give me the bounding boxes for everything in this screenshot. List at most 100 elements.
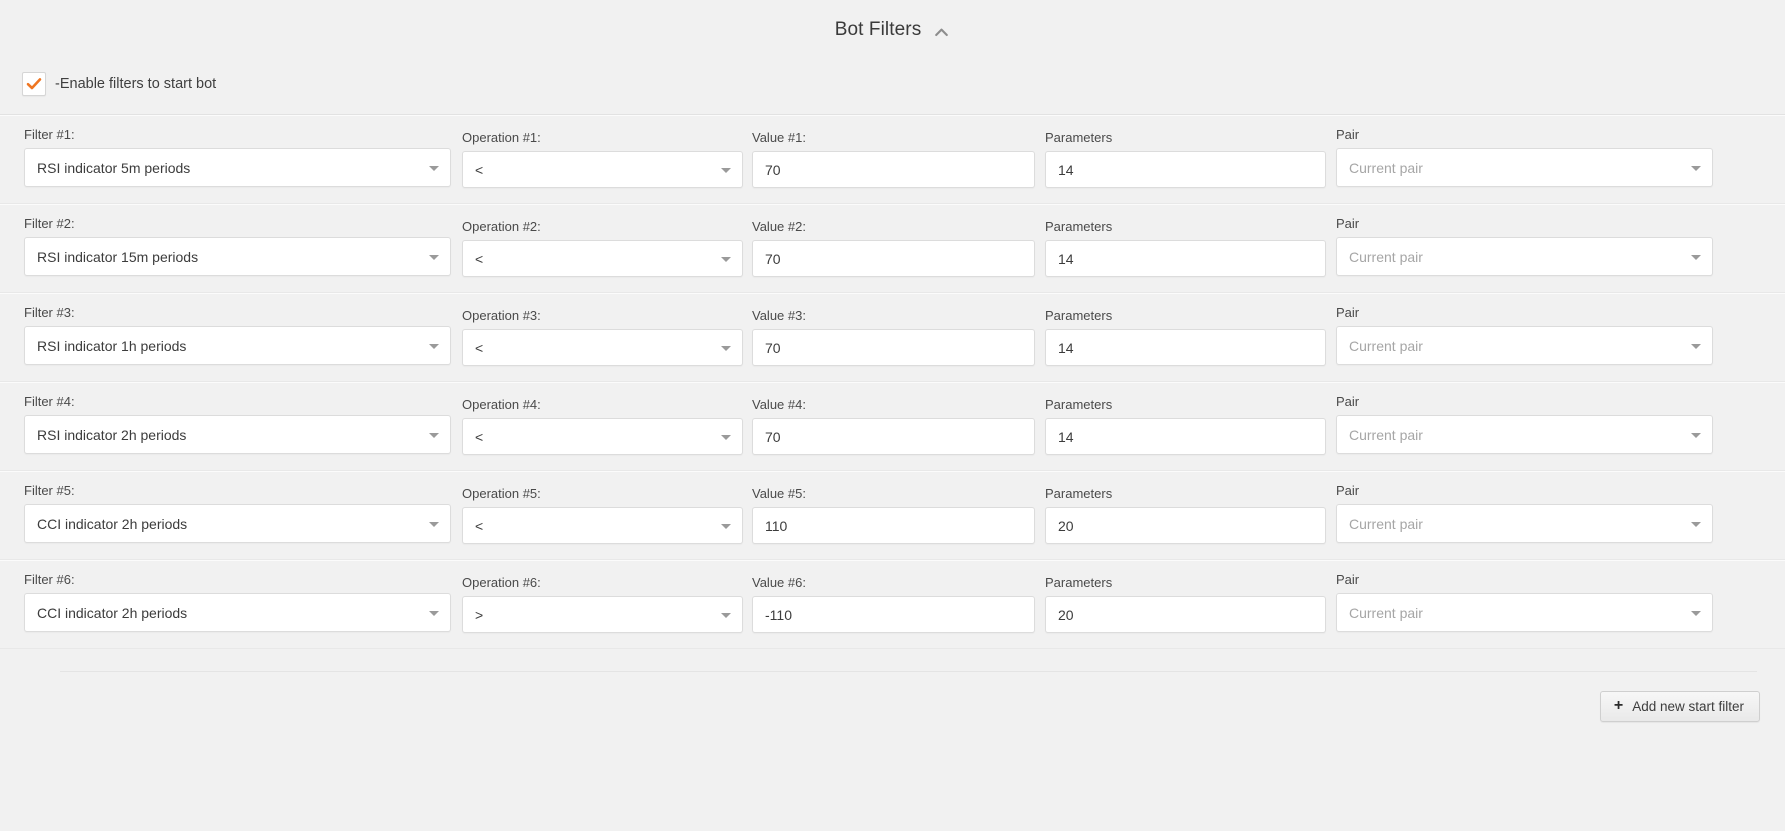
add-new-start-filter-button[interactable]: + Add new start filter	[1599, 691, 1760, 722]
value-input-value: 110	[765, 517, 788, 534]
enable-filters-label: -Enable filters to start bot	[55, 76, 217, 92]
parameters-input[interactable]: 14	[1045, 329, 1326, 366]
value-input-value: 70	[765, 250, 781, 267]
filter-cell: Filter #4: RSI indicator 2h periods	[24, 382, 451, 454]
pair-label: Pair	[1336, 216, 1360, 231]
value-input[interactable]: 70	[752, 329, 1035, 366]
page-title: Bot Filters	[834, 19, 922, 40]
parameters-cell: Parameters 20	[1045, 560, 1326, 633]
pair-label: Pair	[1336, 572, 1360, 587]
pair-label: Pair	[1336, 127, 1360, 142]
pair-select-value: Current pair	[1349, 159, 1423, 176]
pair-cell: Pair Current pair	[1336, 382, 1713, 454]
value-input[interactable]: 70	[752, 240, 1035, 277]
value-label: Value #6:	[752, 575, 806, 590]
pair-select[interactable]: Current pair	[1336, 415, 1713, 454]
pair-select-value: Current pair	[1349, 426, 1423, 443]
operation-select[interactable]: <	[462, 418, 743, 455]
pair-cell: Pair Current pair	[1336, 293, 1713, 365]
parameters-input[interactable]: 14	[1045, 240, 1326, 277]
chevron-down-icon	[429, 343, 439, 349]
filter-select[interactable]: RSI indicator 15m periods	[24, 237, 451, 276]
parameters-input[interactable]: 14	[1045, 151, 1326, 188]
pair-select[interactable]: Current pair	[1336, 593, 1713, 632]
chevron-up-icon[interactable]	[933, 24, 950, 41]
table-row: Filter #3: RSI indicator 1h periods Oper…	[0, 293, 1785, 382]
operation-select-value: <	[475, 250, 484, 267]
pair-cell: Pair Current pair	[1336, 560, 1713, 632]
value-cell: Value #1: 70	[752, 115, 1035, 188]
pair-cell: Pair Current pair	[1336, 471, 1713, 543]
value-input[interactable]: 110	[752, 507, 1035, 544]
chevron-down-icon	[429, 610, 439, 616]
filter-select-value: RSI indicator 5m periods	[37, 159, 191, 176]
pair-select[interactable]: Current pair	[1336, 326, 1713, 365]
filter-select[interactable]: CCI indicator 2h periods	[24, 504, 451, 543]
pair-select[interactable]: Current pair	[1336, 237, 1713, 276]
chevron-down-icon	[721, 434, 731, 440]
filter-select[interactable]: RSI indicator 2h periods	[24, 415, 451, 454]
value-label: Value #2:	[752, 219, 806, 234]
value-input[interactable]: -110	[752, 596, 1035, 633]
value-cell: Value #3: 70	[752, 293, 1035, 366]
filter-select[interactable]: CCI indicator 2h periods	[24, 593, 451, 632]
operation-label: Operation #6:	[462, 575, 541, 590]
table-row: Filter #6: CCI indicator 2h periods Oper…	[0, 560, 1785, 649]
operation-select[interactable]: <	[462, 507, 743, 544]
operation-select[interactable]: <	[462, 240, 743, 277]
footer-divider	[60, 671, 1757, 672]
parameters-label: Parameters	[1045, 219, 1113, 234]
chevron-down-icon	[429, 521, 439, 527]
operation-select-value: <	[475, 428, 484, 445]
parameters-label: Parameters	[1045, 397, 1113, 412]
parameters-cell: Parameters 14	[1045, 382, 1326, 455]
pair-select[interactable]: Current pair	[1336, 504, 1713, 543]
table-row: Filter #4: RSI indicator 2h periods Oper…	[0, 382, 1785, 471]
add-new-start-filter-label: Add new start filter	[1632, 699, 1744, 714]
filter-cell: Filter #3: RSI indicator 1h periods	[24, 293, 451, 365]
operation-select-value: <	[475, 339, 484, 356]
pair-select[interactable]: Current pair	[1336, 148, 1713, 187]
operation-label: Operation #5:	[462, 486, 541, 501]
operation-label: Operation #4:	[462, 397, 541, 412]
chevron-down-icon	[429, 432, 439, 438]
pair-cell: Pair Current pair	[1336, 115, 1713, 187]
filter-select-value: CCI indicator 2h periods	[37, 604, 188, 621]
filter-select-value: RSI indicator 15m periods	[37, 248, 199, 265]
operation-select[interactable]: <	[462, 151, 743, 188]
parameters-input-value: 14	[1058, 428, 1074, 445]
parameters-cell: Parameters 14	[1045, 204, 1326, 277]
operation-select[interactable]: >	[462, 596, 743, 633]
parameters-input-value: 20	[1058, 517, 1074, 534]
value-input[interactable]: 70	[752, 151, 1035, 188]
value-input-value: 70	[765, 428, 781, 445]
chevron-down-icon	[429, 254, 439, 260]
chevron-down-icon	[721, 256, 731, 262]
table-row: Filter #5: CCI indicator 2h periods Oper…	[0, 471, 1785, 560]
parameters-input[interactable]: 14	[1045, 418, 1326, 455]
bot-filters-header[interactable]: Bot Filters	[0, 0, 1785, 60]
chevron-down-icon	[1691, 254, 1701, 260]
filter-cell: Filter #6: CCI indicator 2h periods	[24, 560, 451, 632]
operation-select[interactable]: <	[462, 329, 743, 366]
filter-select[interactable]: RSI indicator 1h periods	[24, 326, 451, 365]
value-input[interactable]: 70	[752, 418, 1035, 455]
pair-select-value: Current pair	[1349, 248, 1423, 265]
enable-filters-checkbox[interactable]	[22, 72, 46, 96]
filter-select-value: RSI indicator 2h periods	[37, 426, 187, 443]
filter-label: Filter #3:	[24, 305, 75, 320]
parameters-cell: Parameters 20	[1045, 471, 1326, 544]
parameters-input-value: 20	[1058, 606, 1074, 623]
filter-cell: Filter #5: CCI indicator 2h periods	[24, 471, 451, 543]
parameters-input[interactable]: 20	[1045, 596, 1326, 633]
enable-filters-row: -Enable filters to start bot	[0, 60, 1785, 114]
filter-select[interactable]: RSI indicator 5m periods	[24, 148, 451, 187]
parameters-label: Parameters	[1045, 308, 1113, 323]
parameters-input[interactable]: 20	[1045, 507, 1326, 544]
filter-select-value: CCI indicator 2h periods	[37, 515, 188, 532]
value-label: Value #1:	[752, 130, 806, 145]
chevron-down-icon	[1691, 432, 1701, 438]
value-label: Value #5:	[752, 486, 806, 501]
value-input-value: 70	[765, 339, 781, 356]
operation-cell: Operation #5: <	[462, 471, 743, 544]
